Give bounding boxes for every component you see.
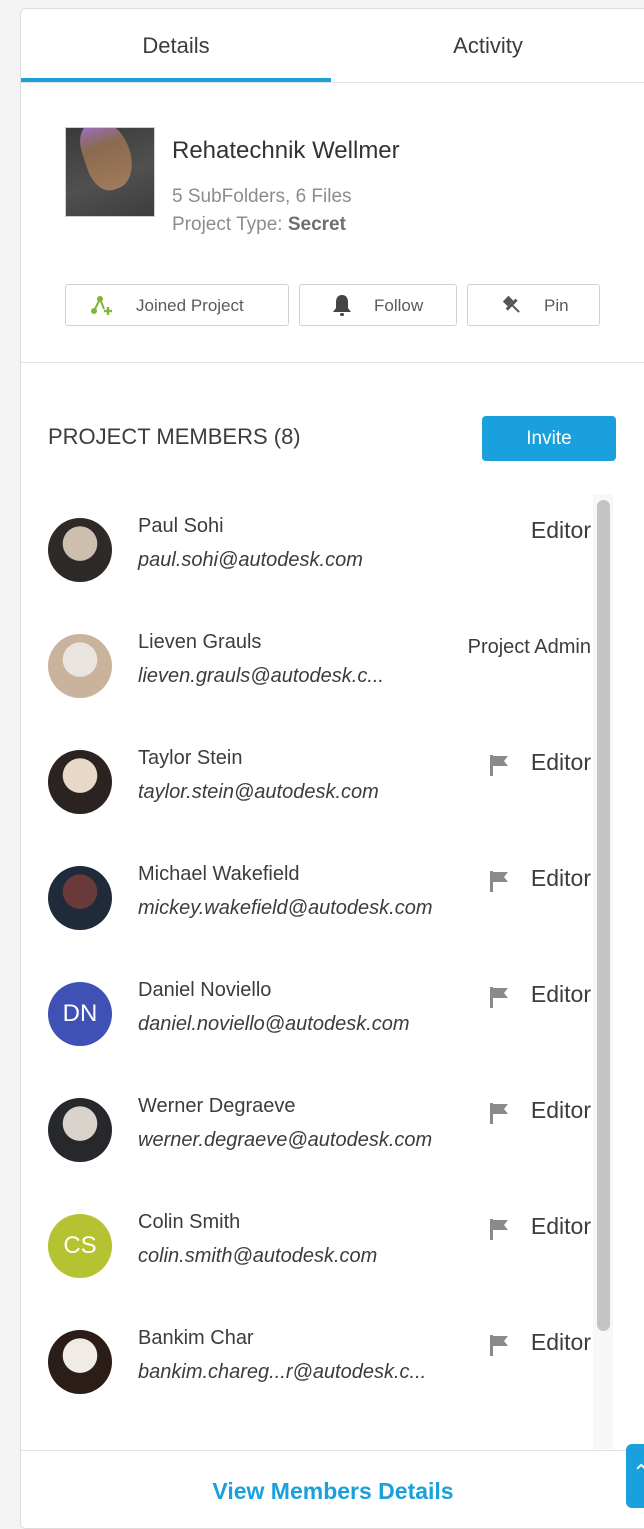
flag-icon[interactable] bbox=[487, 1101, 511, 1125]
joined-project-label: Joined Project bbox=[136, 296, 244, 315]
avatar bbox=[48, 518, 112, 582]
member-role[interactable]: Editor bbox=[531, 1097, 591, 1124]
user-add-icon bbox=[91, 296, 112, 315]
bell-icon bbox=[333, 295, 351, 316]
chevron-up-icon: ⌃ bbox=[632, 1460, 644, 1485]
project-name: Rehatechnik Wellmer bbox=[172, 137, 400, 164]
avatar: DN bbox=[48, 982, 112, 1046]
member-row[interactable]: Michael Wakefield mickey.wakefield@autode… bbox=[21, 842, 591, 958]
view-members-details-link[interactable]: View Members Details bbox=[21, 1451, 644, 1528]
members-list: Paul Sohi paul.sohi@autodesk.com Editor Lie… bbox=[21, 494, 644, 1449]
member-name: Taylor Stein bbox=[138, 747, 243, 769]
member-name: Bankim Char bbox=[138, 1327, 254, 1349]
member-name: Colin Smith bbox=[138, 1211, 241, 1233]
details-panel: Details Activity Rehatechnik Wellmer 5 S… bbox=[20, 8, 644, 1529]
flag-icon[interactable] bbox=[487, 869, 511, 893]
avatar bbox=[48, 1330, 112, 1394]
project-summary: Rehatechnik Wellmer 5 SubFolders, 6 File… bbox=[21, 82, 644, 363]
member-row[interactable]: Bankim Char bankim.chareg...r@autodesk.c.… bbox=[21, 1306, 591, 1422]
member-row[interactable]: Werner Degraeve werner.degraeve@autodesk.… bbox=[21, 1074, 591, 1190]
pin-icon bbox=[502, 295, 520, 313]
member-email: mickey.wakefield@autodesk.com bbox=[138, 897, 433, 919]
avatar bbox=[48, 866, 112, 930]
member-row[interactable]: Paul Sohi paul.sohi@autodesk.com Editor bbox=[21, 494, 591, 610]
member-row[interactable]: Taylor Stein taylor.stein@autodesk.com Edi… bbox=[21, 726, 591, 842]
follow-label: Follow bbox=[374, 296, 424, 315]
tab-details[interactable]: Details bbox=[21, 9, 331, 82]
project-thumbnail bbox=[65, 127, 155, 217]
avatar bbox=[48, 1098, 112, 1162]
member-row[interactable]: DN Daniel Noviello daniel.noviello@autodes… bbox=[21, 958, 591, 1074]
members-footer: View Members Details bbox=[21, 1450, 644, 1528]
member-email: lieven.grauls@autodesk.c... bbox=[138, 665, 384, 687]
project-type-label: Project Type: bbox=[172, 214, 283, 235]
member-email: daniel.noviello@autodesk.com bbox=[138, 1013, 410, 1035]
member-row[interactable]: CS Colin Smith colin.smith@autodesk.com Edi… bbox=[21, 1190, 591, 1306]
member-role[interactable]: Editor bbox=[531, 1213, 591, 1240]
pin-label: Pin bbox=[544, 296, 569, 315]
member-email: colin.smith@autodesk.com bbox=[138, 1245, 378, 1267]
member-role[interactable]: Project Admin bbox=[468, 636, 591, 659]
follow-button[interactable]: Follow bbox=[299, 284, 457, 326]
avatar bbox=[48, 750, 112, 814]
pin-button[interactable]: Pin bbox=[467, 284, 600, 326]
project-type-value: Secret bbox=[287, 214, 346, 235]
member-name: Paul Sohi bbox=[138, 515, 224, 537]
member-name: Michael Wakefield bbox=[138, 863, 300, 885]
tab-bar: Details Activity bbox=[21, 9, 644, 83]
member-role[interactable]: Editor bbox=[531, 981, 591, 1008]
member-role[interactable]: Editor bbox=[531, 1329, 591, 1356]
member-name: Daniel Noviello bbox=[138, 979, 272, 1001]
tab-activity[interactable]: Activity bbox=[331, 9, 644, 82]
member-email: bankim.chareg...r@autodesk.c... bbox=[138, 1361, 427, 1383]
avatar bbox=[48, 634, 112, 698]
member-name: Lieven Grauls bbox=[138, 631, 262, 653]
project-type: Project Type: Secret bbox=[172, 214, 346, 236]
invite-button[interactable]: Invite bbox=[482, 416, 616, 461]
member-row[interactable]: Lieven Grauls lieven.grauls@autodesk.c...… bbox=[21, 610, 591, 726]
project-members-heading: PROJECT MEMBERS (8) bbox=[48, 424, 301, 449]
avatar: CS bbox=[48, 1214, 112, 1278]
flag-icon[interactable] bbox=[487, 985, 511, 1009]
member-email: paul.sohi@autodesk.com bbox=[138, 549, 363, 571]
member-email: taylor.stein@autodesk.com bbox=[138, 781, 379, 803]
joined-project-button[interactable]: Joined Project bbox=[65, 284, 289, 326]
member-role[interactable]: Editor bbox=[531, 865, 591, 892]
member-name: Werner Degraeve bbox=[138, 1095, 296, 1117]
side-expand-tab[interactable]: ⌃ bbox=[626, 1444, 644, 1508]
flag-icon[interactable] bbox=[487, 753, 511, 777]
member-email: werner.degraeve@autodesk.com bbox=[138, 1129, 433, 1151]
member-role[interactable]: Editor bbox=[531, 749, 591, 776]
member-role[interactable]: Editor bbox=[531, 517, 591, 544]
flag-icon[interactable] bbox=[487, 1217, 511, 1241]
project-contents: 5 SubFolders, 6 Files bbox=[172, 186, 352, 207]
flag-icon[interactable] bbox=[487, 1333, 511, 1357]
